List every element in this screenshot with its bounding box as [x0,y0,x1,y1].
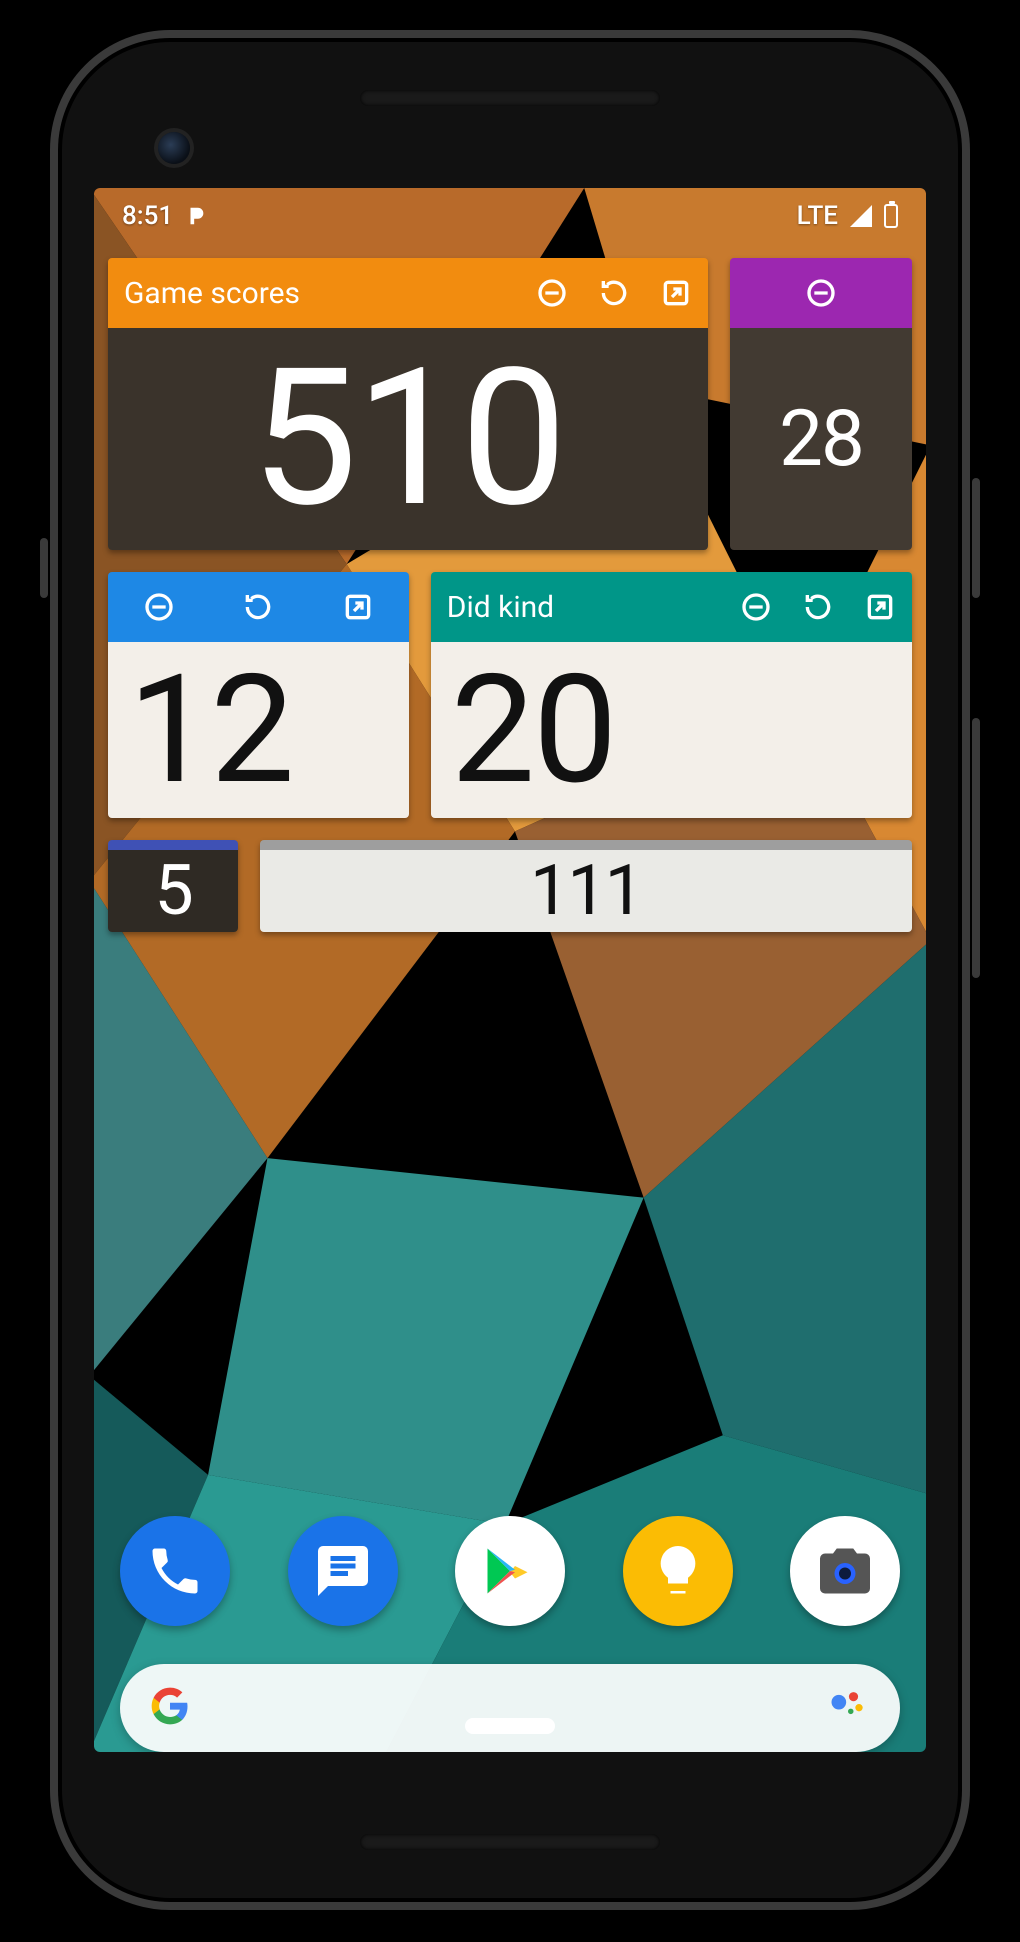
undo-icon[interactable] [598,277,630,309]
widget-area: Game scores [94,244,926,932]
nav-home-pill[interactable] [465,1718,555,1734]
widget-value: 111 [530,850,642,932]
widget-header: Did kind [431,572,912,642]
widget-value-area[interactable]: 111 [260,850,912,932]
widget-value-area[interactable]: 20 [431,642,912,818]
google-search-bar[interactable] [120,1664,900,1752]
widget-value: 510 [251,328,565,550]
widget-value-area[interactable]: 510 [108,328,708,550]
widget-header [108,840,238,850]
side-button [40,538,48,598]
speaker-top [360,90,660,106]
widget-value: 12 [108,642,409,818]
volume-button [972,718,980,978]
minus-circle-icon[interactable] [805,277,837,309]
open-external-icon[interactable] [660,277,692,309]
open-external-icon[interactable] [864,591,896,623]
minus-circle-icon[interactable] [143,591,175,623]
widget-value: 28 [779,394,863,485]
speaker-bottom [360,1834,660,1850]
widget-game-scores[interactable]: Game scores [108,258,708,550]
google-logo-icon [150,1686,190,1730]
widget-value-area[interactable]: 5 [108,850,238,932]
widget-header: Game scores [108,258,708,328]
minus-circle-icon[interactable] [536,277,568,309]
widget-small-purple[interactable]: 28 [730,258,912,550]
front-camera [158,132,190,164]
widget-indigo-mini[interactable]: 5 [108,840,238,932]
widget-did-kind[interactable]: Did kind [431,572,912,818]
assistant-icon[interactable] [826,1682,870,1734]
status-bar: 8:51 LTE [94,188,926,244]
keep-app-icon[interactable] [623,1516,733,1626]
widget-value-area[interactable]: 12 [108,642,409,818]
network-label: LTE [797,201,838,231]
screen: 8:51 LTE Game scores [94,188,926,1752]
widget-value: 5 [154,850,191,932]
battery-icon [884,204,898,228]
phone-app-icon[interactable] [120,1516,230,1626]
widget-header [108,572,409,642]
widget-header [260,840,912,850]
widget-value: 20 [431,642,912,818]
open-external-icon[interactable] [342,591,374,623]
undo-icon[interactable] [802,591,834,623]
widget-blue[interactable]: 12 [108,572,409,818]
minus-circle-icon[interactable] [740,591,772,623]
phone-frame: 8:51 LTE Game scores [50,30,970,1910]
widget-header [730,258,912,328]
widget-value-area[interactable]: 28 [730,328,912,550]
status-time: 8:51 [122,201,173,231]
pandora-icon [185,205,207,227]
messages-app-icon[interactable] [288,1516,398,1626]
undo-icon[interactable] [242,591,274,623]
widget-grey-mini[interactable]: 111 [260,840,912,932]
app-dock [94,1496,926,1636]
widget-title: Game scores [124,276,526,311]
camera-app-icon[interactable] [790,1516,900,1626]
widget-title: Did kind [447,590,730,625]
play-store-app-icon[interactable] [455,1516,565,1626]
signal-icon [850,205,872,227]
power-button [972,478,980,598]
